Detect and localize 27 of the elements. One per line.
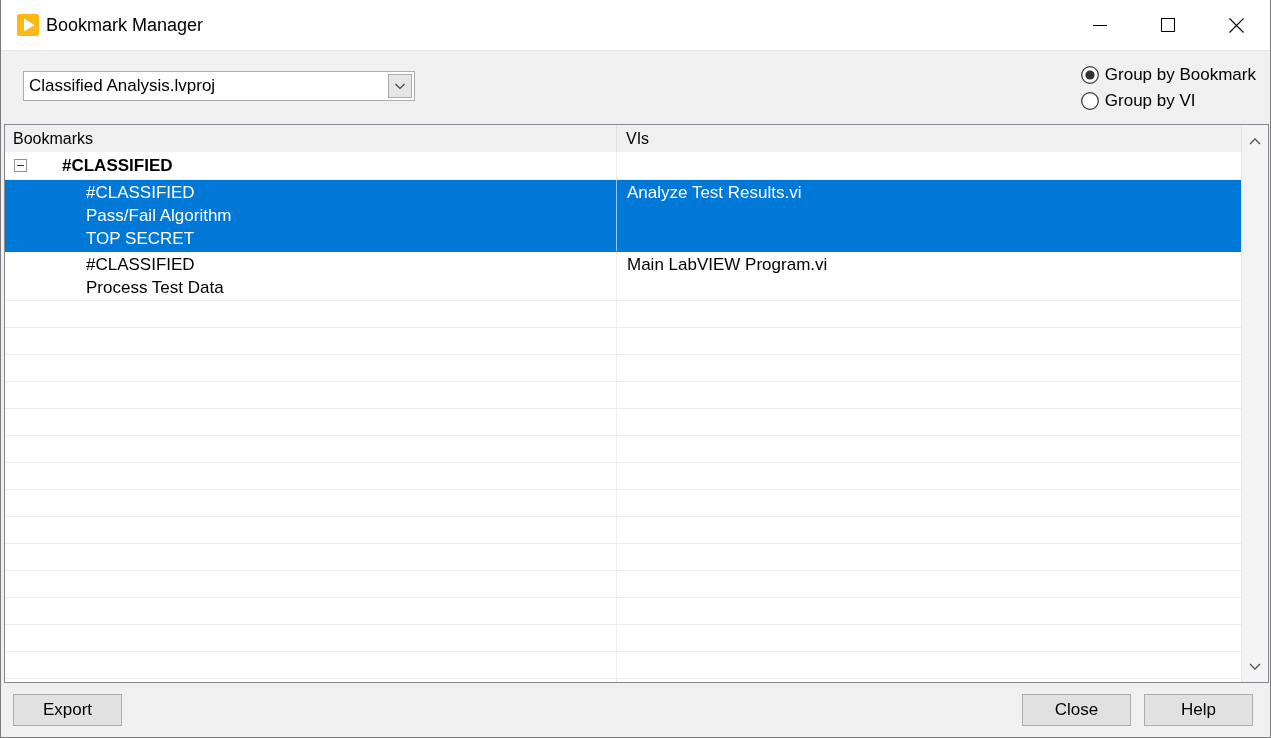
radio-option[interactable]: Group by VI — [1080, 88, 1256, 114]
dialog-button[interactable]: Help — [1144, 694, 1253, 726]
minimize-icon — [1093, 24, 1107, 26]
table-row[interactable]: #CLASSIFIED Process Test Data Main LabVIEW Program.vi — [5, 252, 1241, 301]
export-button[interactable]: Export — [13, 694, 122, 726]
table-row[interactable]: #CLASSIFIED Pass/Fail Algorithm TOP SECRET Analyze Test Results.vi — [5, 180, 1241, 252]
maximize-icon — [1161, 18, 1175, 32]
bookmark-cell: #CLASSIFIED Pass/Fail Algorithm TOP SECRET — [5, 180, 617, 251]
chevron-down-icon[interactable] — [1249, 663, 1261, 670]
group-label: #CLASSIFIED — [62, 155, 173, 176]
radio-icon[interactable] — [1080, 66, 1099, 84]
chevron-down-icon[interactable] — [388, 74, 412, 98]
vi-cell-text: Main LabVIEW Program.vi — [626, 254, 829, 276]
radio-option[interactable]: Group by Bookmark — [1080, 62, 1256, 88]
bookmark-cell: #CLASSIFIED Process Test Data — [5, 252, 617, 300]
minus-icon[interactable] — [14, 159, 27, 172]
close-icon — [1228, 17, 1244, 33]
vi-cell-text: Analyze Test Results.vi — [626, 182, 803, 204]
scrollbar[interactable] — [1241, 125, 1268, 682]
window-title: Bookmark Manager — [46, 14, 204, 36]
play-icon — [17, 14, 39, 36]
column-header: VIs — [625, 128, 651, 149]
column-header: Bookmarks — [5, 125, 617, 152]
chevron-up-icon[interactable] — [1249, 138, 1261, 145]
radio-icon[interactable] — [1080, 92, 1099, 110]
dialog-button[interactable]: Close — [1022, 694, 1131, 726]
project-dropdown[interactable]: Classified Analysis.lvproj — [23, 71, 415, 101]
